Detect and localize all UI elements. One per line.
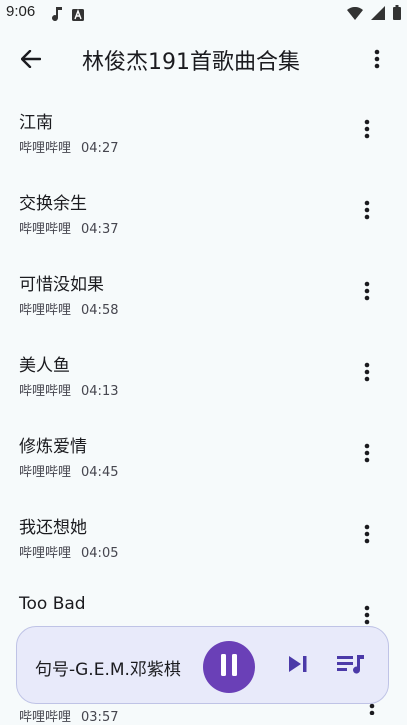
song-row[interactable]: 美人鱼 哔哩哔哩 04:13 — [0, 343, 407, 424]
song-meta: 哔哩哔哩 04:37 — [19, 218, 118, 237]
song-list: 江南 哔哩哔哩 04:27 交换余生 哔哩哔哩 04:37 可惜没如果 哔哩哔哩 04… — [0, 100, 407, 667]
song-meta: 哔哩哔哩 04:58 — [19, 299, 118, 318]
status-bar: 9:06 — [0, 0, 407, 28]
song-title: 美人鱼 — [19, 356, 70, 376]
wifi-icon — [347, 5, 363, 24]
skip-next-icon — [288, 655, 308, 677]
pause-icon — [220, 654, 238, 680]
song-meta: 哔哩哔哩 04:27 — [19, 137, 118, 156]
song-meta: 哔哩哔哩 03:57 — [19, 706, 118, 725]
song-title: 交换余生 — [19, 194, 87, 214]
more-vert-icon — [364, 524, 370, 548]
more-vert-icon — [364, 200, 370, 224]
pause-button[interactable] — [203, 641, 255, 693]
queue-music-icon — [337, 653, 365, 679]
song-artist: 哔哩哔哩 — [19, 546, 72, 561]
song-duration: 04:05 — [81, 546, 119, 561]
song-more-button[interactable] — [355, 442, 379, 468]
song-title: 修炼爱情 — [19, 437, 87, 457]
signal-icon — [371, 5, 385, 24]
song-duration: 04:13 — [81, 384, 119, 399]
song-artist: 哔哩哔哩 — [19, 222, 72, 237]
song-artist: 哔哩哔哩 — [19, 303, 72, 318]
song-meta: 哔哩哔哩 04:05 — [19, 542, 118, 561]
song-artist: 哔哩哔哩 — [19, 141, 72, 156]
queue-button[interactable] — [335, 651, 367, 681]
more-vert-icon — [364, 281, 370, 305]
now-playing-title: 句号-G.E.M.邓紫棋 — [35, 660, 181, 680]
song-title: 江南 — [19, 113, 53, 133]
song-duration: 04:58 — [81, 303, 119, 318]
arrow-left-icon — [20, 49, 42, 72]
song-meta: 哔哩哔哩 04:13 — [19, 380, 118, 399]
song-more-button[interactable] — [355, 280, 379, 306]
song-row[interactable]: 交换余生 哔哩哔哩 04:37 — [0, 181, 407, 262]
more-vert-icon — [364, 119, 370, 143]
page-title: 林俊杰191首歌曲合集 — [82, 50, 300, 75]
text-a-icon — [72, 6, 84, 25]
song-duration: 04:37 — [81, 222, 119, 237]
more-vert-icon — [374, 49, 380, 73]
more-vert-icon — [364, 362, 370, 386]
skip-next-button[interactable] — [283, 651, 313, 681]
battery-icon — [393, 5, 401, 24]
song-row[interactable]: 可惜没如果 哔哩哔哩 04:58 — [0, 262, 407, 343]
song-title: 可惜没如果 — [19, 275, 104, 295]
song-duration: 04:45 — [81, 465, 119, 480]
song-duration: 04:27 — [81, 141, 119, 156]
song-more-button[interactable] — [355, 361, 379, 387]
mini-player[interactable]: 句号-G.E.M.邓紫棋 — [16, 626, 389, 704]
song-more-button[interactable] — [355, 523, 379, 549]
song-meta: 哔哩哔哩 04:45 — [19, 461, 118, 480]
song-row[interactable]: 修炼爱情 哔哩哔哩 04:45 — [0, 424, 407, 505]
song-more-button[interactable] — [355, 199, 379, 225]
song-title: Too Bad — [19, 594, 86, 614]
song-more-button[interactable] — [355, 118, 379, 144]
song-artist: 哔哩哔哩 — [19, 384, 72, 399]
back-button[interactable] — [14, 44, 48, 78]
song-row[interactable]: 江南 哔哩哔哩 04:27 — [0, 100, 407, 181]
more-vert-icon — [364, 443, 370, 467]
song-title: 我还想她 — [19, 518, 87, 538]
status-time: 9:06 — [6, 3, 36, 20]
music-note-icon — [52, 6, 62, 25]
more-options-button[interactable] — [361, 44, 393, 78]
song-row[interactable]: 我还想她 哔哩哔哩 04:05 — [0, 505, 407, 586]
app-bar: 林俊杰191首歌曲合集 — [0, 28, 407, 92]
song-artist: 哔哩哔哩 — [19, 465, 72, 480]
